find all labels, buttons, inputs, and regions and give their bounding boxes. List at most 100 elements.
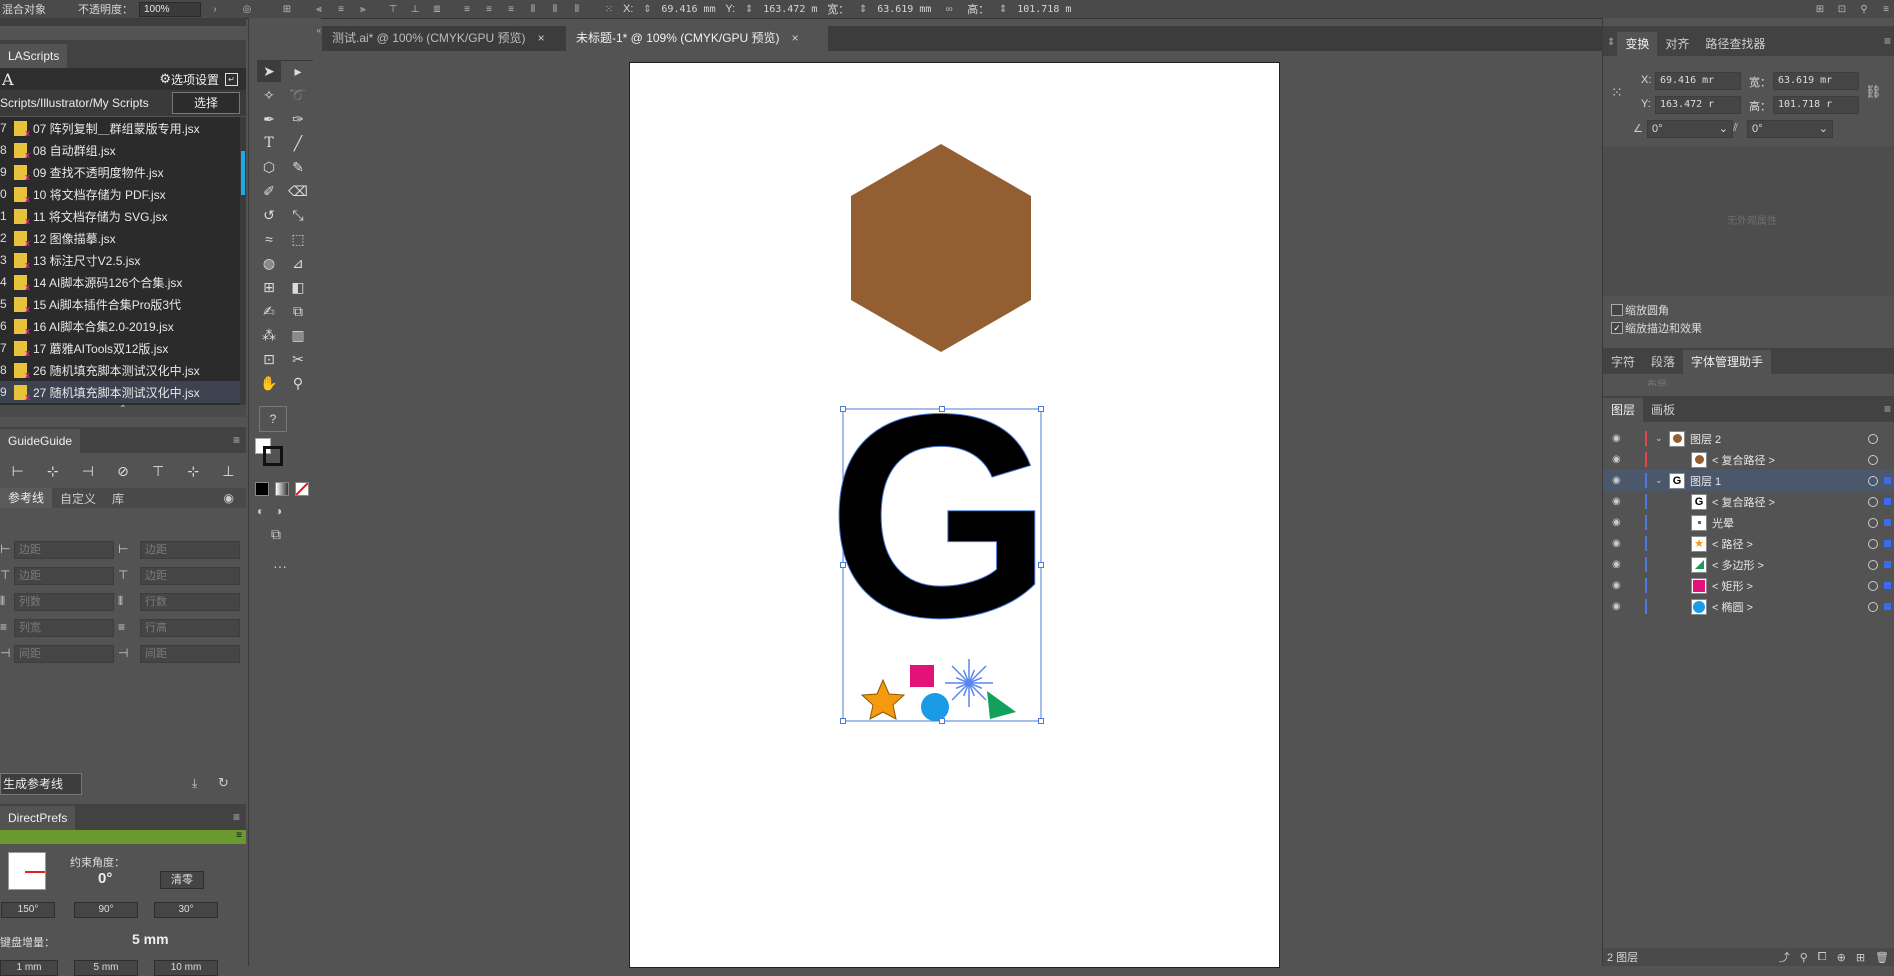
- rect-shape[interactable]: [910, 665, 934, 687]
- transform-x-input[interactable]: 69.416 mr: [1655, 72, 1741, 90]
- none-mode-icon[interactable]: [295, 482, 309, 496]
- increment-5mm-button[interactable]: 5 mm: [74, 960, 138, 976]
- eye-icon[interactable]: ◉: [1612, 601, 1624, 612]
- panel-resize-handle[interactable]: ⌃: [0, 405, 246, 417]
- eye-icon[interactable]: ◉: [1612, 454, 1624, 465]
- tab-guideguide[interactable]: GuideGuide: [0, 429, 81, 453]
- eye-icon[interactable]: ◉: [1612, 517, 1624, 528]
- tools-icon[interactable]: ⚲: [1856, 4, 1872, 15]
- target-icon[interactable]: [1868, 601, 1878, 612]
- resize-handle[interactable]: [939, 406, 945, 412]
- guide-right-icon[interactable]: ⊣: [82, 463, 94, 480]
- tab-font-manager[interactable]: 字体管理助手: [1683, 350, 1772, 374]
- guide-field[interactable]: 边距: [14, 541, 114, 559]
- angle-150-button[interactable]: 150°: [1, 902, 55, 918]
- transform-w-input[interactable]: 63.619 mr: [1773, 72, 1859, 90]
- constrain-proportions-icon[interactable]: ⛓: [1865, 84, 1882, 100]
- triangle-shape[interactable]: [987, 691, 1016, 719]
- eye-icon[interactable]: ◉: [1612, 433, 1624, 444]
- tab-character[interactable]: 字符: [1603, 350, 1643, 374]
- tab-pathfinder[interactable]: 路径查找器: [1697, 32, 1773, 56]
- layers-menu-icon[interactable]: ≡: [1884, 402, 1891, 416]
- delete-icon[interactable]: 🗑: [1875, 951, 1889, 964]
- clear-angle-button[interactable]: 清零: [160, 871, 204, 889]
- guide-bottom-icon[interactable]: ⊥: [222, 463, 234, 480]
- eraser-tool-icon[interactable]: ⌫: [286, 180, 310, 202]
- draw-behind-icon[interactable]: ◑: [275, 504, 282, 518]
- guide-field[interactable]: 间距: [140, 645, 240, 663]
- color-mode-icon[interactable]: [255, 482, 269, 496]
- script-list-item[interactable]: 2 12 图像描摹.jsx: [0, 227, 240, 249]
- guide-field[interactable]: 列数: [14, 593, 114, 611]
- y-input[interactable]: 163.472 m: [763, 4, 821, 15]
- line-tool-icon[interactable]: ╱: [286, 132, 310, 154]
- height-stepper-icon[interactable]: ⇕: [995, 4, 1011, 15]
- free-transform-tool-icon[interactable]: ⬚: [286, 228, 310, 250]
- link-proportions-icon[interactable]: ∞: [941, 4, 957, 15]
- scale-corners-checkbox[interactable]: [1611, 304, 1623, 316]
- stroke-swatch[interactable]: [263, 446, 283, 466]
- distribute-right-icon[interactable]: ⦀: [569, 4, 585, 15]
- subtab-custom[interactable]: 自定义: [52, 490, 104, 507]
- distribute-bottom-icon[interactable]: ≡: [503, 4, 519, 15]
- shape-builder-tool-icon[interactable]: ◍: [257, 252, 281, 274]
- type-tool-icon[interactable]: T: [257, 132, 281, 154]
- arrange-icon[interactable]: ≡: [1878, 4, 1894, 15]
- lasso-tool-icon[interactable]: ➰: [286, 84, 310, 106]
- layer-sublayer-row[interactable]: ◉ < 复合路径 >: [1603, 449, 1894, 470]
- layer-row[interactable]: ◉ ⌄ 图层 2: [1603, 428, 1894, 449]
- collapse-bar[interactable]: [0, 18, 246, 26]
- perspective-grid-tool-icon[interactable]: ⊿: [286, 252, 310, 274]
- selection-tool-icon[interactable]: ➤: [257, 60, 281, 82]
- opacity-arrow-icon[interactable]: ›: [207, 4, 223, 15]
- doc-tab-untitled[interactable]: 未标题-1* @ 109% (CMYK/GPU 预览) ×: [566, 26, 828, 51]
- refresh-icon[interactable]: ↻: [218, 775, 229, 791]
- search-icon[interactable]: ⚲: [1800, 951, 1808, 964]
- guide-field[interactable]: 行高: [140, 619, 240, 637]
- target-icon[interactable]: [1868, 475, 1878, 486]
- align-left-icon[interactable]: ⫷: [311, 4, 327, 15]
- transform-y-input[interactable]: 163.472 r: [1655, 96, 1741, 114]
- script-list-item[interactable]: 7 17 蘑雅AITools双12版.jsx: [0, 337, 240, 359]
- rotate-tool-icon[interactable]: ↺: [257, 204, 281, 226]
- script-list-item[interactable]: 6 16 AI脚本合集2.0-2019.jsx: [0, 315, 240, 337]
- resize-handle[interactable]: [840, 406, 846, 412]
- distribute-top-icon[interactable]: ≡: [459, 4, 475, 15]
- subtab-library[interactable]: 库: [104, 490, 132, 507]
- target-icon[interactable]: [1868, 580, 1878, 591]
- align-hcenter-icon[interactable]: ≡: [333, 4, 349, 15]
- guide-field[interactable]: 边距: [140, 541, 240, 559]
- tab-directprefs[interactable]: DirectPrefs: [0, 806, 76, 830]
- gradient-mode-icon[interactable]: [275, 482, 289, 496]
- angle-90-button[interactable]: 90°: [74, 902, 138, 918]
- magic-wand-tool-icon[interactable]: ✧: [257, 84, 281, 106]
- script-list-scrollbar[interactable]: [240, 117, 246, 405]
- draw-mode-icon[interactable]: ◐: [257, 504, 264, 518]
- layer-sublayer-row[interactable]: ◉ < 椭圆 >: [1603, 596, 1894, 617]
- close-icon[interactable]: ×: [538, 31, 545, 45]
- guide-field[interactable]: 间距: [14, 645, 114, 663]
- slice-tool-icon[interactable]: ✂: [286, 348, 310, 370]
- script-list-item[interactable]: 5 15 Ai脚本插件合集Pro版3代: [0, 293, 240, 315]
- chevron-down-icon[interactable]: ⌄: [1655, 475, 1663, 486]
- transform-icon[interactable]: ⊞: [1812, 4, 1828, 15]
- increment-1mm-button[interactable]: 1 mm: [0, 960, 58, 976]
- guide-middle-icon[interactable]: ⊹: [187, 463, 199, 480]
- width-input[interactable]: 63.619 mm: [877, 4, 935, 15]
- doc-tab-test[interactable]: 测试.ai* @ 100% (CMYK/GPU 预览) ×: [322, 26, 572, 51]
- distribute-vcenter-icon[interactable]: ≡: [481, 4, 497, 15]
- guide-field[interactable]: 边距: [14, 567, 114, 585]
- tab-lascripts[interactable]: LAScripts: [0, 44, 68, 68]
- eye-icon[interactable]: ◉: [1612, 559, 1624, 570]
- gear-icon[interactable]: ⚙: [159, 71, 171, 87]
- edit-toolbar-button[interactable]: ···: [273, 558, 287, 574]
- script-list-item[interactable]: 0 10 将文档存储为 PDF.jsx: [0, 183, 240, 205]
- artboard-tool-icon[interactable]: ⊡: [257, 348, 281, 370]
- resize-handle[interactable]: [840, 718, 846, 724]
- opacity-input[interactable]: 100%: [139, 1, 201, 17]
- resize-handle[interactable]: [840, 562, 846, 568]
- x-input[interactable]: 69.416 mm: [661, 4, 719, 15]
- pen-tool-icon[interactable]: ✒: [257, 108, 281, 130]
- warp-tool-icon[interactable]: ≈: [257, 228, 281, 250]
- isolate-icon[interactable]: ⊡: [1834, 4, 1850, 15]
